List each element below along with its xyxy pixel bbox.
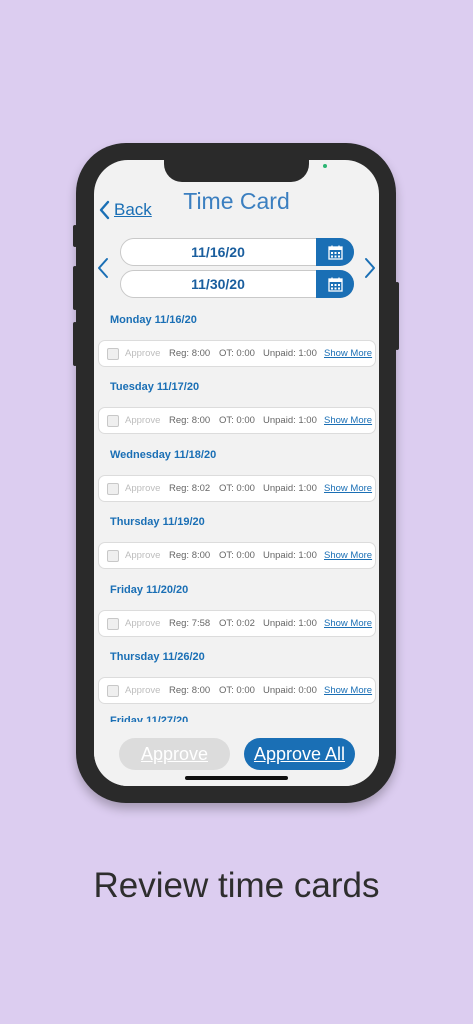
phone-volume-down (73, 322, 77, 366)
calendar-icon (327, 277, 343, 292)
phone-silent-switch (73, 225, 77, 247)
regular-hours: Reg: 7:58 (169, 618, 211, 629)
show-more-link[interactable]: Show More (324, 483, 372, 494)
overtime-hours: OT: 0:00 (219, 483, 255, 494)
end-date-value: 11/30/20 (191, 276, 245, 292)
show-more-link[interactable]: Show More (324, 348, 372, 359)
approve-placeholder: Approve (125, 618, 161, 629)
show-more-link[interactable]: Show More (324, 685, 372, 696)
phone-volume-up (73, 266, 77, 310)
day-label: Friday 11/20/20 (110, 584, 189, 596)
home-indicator (185, 776, 288, 780)
unpaid-hours: Unpaid: 1:00 (263, 483, 317, 494)
day-label: Monday 11/16/20 (110, 314, 197, 326)
promo-caption: Review time cards (93, 866, 380, 905)
calendar-icon (327, 245, 343, 260)
start-date-field[interactable]: 11/16/20 (120, 238, 354, 266)
time-entry-row: Approve Reg: 7:58 OT: 0:02 Unpaid: 1:00 … (98, 610, 376, 637)
regular-hours: Reg: 8:00 (169, 685, 211, 696)
time-entry-row: Approve Reg: 8:02 OT: 0:00 Unpaid: 1:00 … (98, 475, 376, 502)
day-label: Tuesday 11/17/20 (110, 381, 200, 393)
approve-checkbox[interactable] (107, 414, 119, 427)
start-date-calendar-button[interactable] (316, 238, 354, 266)
unpaid-hours: Unpaid: 1:00 (263, 618, 317, 629)
approve-checkbox[interactable] (107, 617, 119, 630)
time-entry-row: Approve Reg: 8:00 OT: 0:00 Unpaid: 0:00 … (98, 677, 376, 704)
next-period-icon[interactable] (363, 257, 377, 279)
approve-placeholder: Approve (125, 415, 161, 426)
show-more-link[interactable]: Show More (324, 550, 372, 561)
approve-button[interactable]: Approve (119, 738, 230, 770)
time-entry-row: Approve Reg: 8:00 OT: 0:00 Unpaid: 1:00 … (98, 407, 376, 434)
day-label: Thursday 11/19/20 (110, 516, 205, 528)
unpaid-hours: Unpaid: 1:00 (263, 348, 317, 359)
regular-hours: Reg: 8:00 (169, 348, 211, 359)
approve-checkbox[interactable] (107, 347, 119, 360)
approve-checkbox[interactable] (107, 482, 119, 495)
end-date-field[interactable]: 11/30/20 (120, 270, 354, 298)
overtime-hours: OT: 0:00 (219, 550, 255, 561)
prev-period-icon[interactable] (96, 257, 110, 279)
start-date-value: 11/16/20 (191, 244, 245, 260)
show-more-link[interactable]: Show More (324, 618, 372, 629)
end-date-calendar-button[interactable] (316, 270, 354, 298)
approve-placeholder: Approve (125, 483, 161, 494)
camera-dot (323, 164, 327, 168)
time-entry-row: Approve Reg: 8:00 OT: 0:00 Unpaid: 1:00 … (98, 340, 376, 367)
overtime-hours: OT: 0:00 (219, 685, 255, 696)
approve-checkbox[interactable] (107, 684, 119, 697)
overtime-hours: OT: 0:00 (219, 348, 255, 359)
page-title: Time Card (183, 188, 290, 214)
app-screen: Back Time Card 11/16/20 11/30/20 Monday … (94, 160, 379, 786)
unpaid-hours: Unpaid: 1:00 (263, 550, 317, 561)
approve-placeholder: Approve (125, 550, 161, 561)
show-more-link[interactable]: Show More (324, 415, 372, 426)
approve-all-button[interactable]: Approve All (244, 738, 355, 770)
approve-checkbox[interactable] (107, 549, 119, 562)
regular-hours: Reg: 8:00 (169, 550, 211, 561)
unpaid-hours: Unpaid: 0:00 (263, 685, 317, 696)
time-entry-row: Approve Reg: 8:00 OT: 0:00 Unpaid: 1:00 … (98, 542, 376, 569)
notch (164, 160, 309, 182)
phone-power-button (395, 282, 399, 350)
approve-placeholder: Approve (125, 685, 161, 696)
regular-hours: Reg: 8:02 (169, 483, 211, 494)
approve-placeholder: Approve (125, 348, 161, 359)
unpaid-hours: Unpaid: 1:00 (263, 415, 317, 426)
overtime-hours: OT: 0:00 (219, 415, 255, 426)
overtime-hours: OT: 0:02 (219, 618, 255, 629)
day-label-partial: Friday 11/27/20 (110, 715, 189, 722)
day-label: Thursday 11/26/20 (110, 651, 205, 663)
regular-hours: Reg: 8:00 (169, 415, 211, 426)
day-label: Wednesday 11/18/20 (110, 449, 217, 461)
